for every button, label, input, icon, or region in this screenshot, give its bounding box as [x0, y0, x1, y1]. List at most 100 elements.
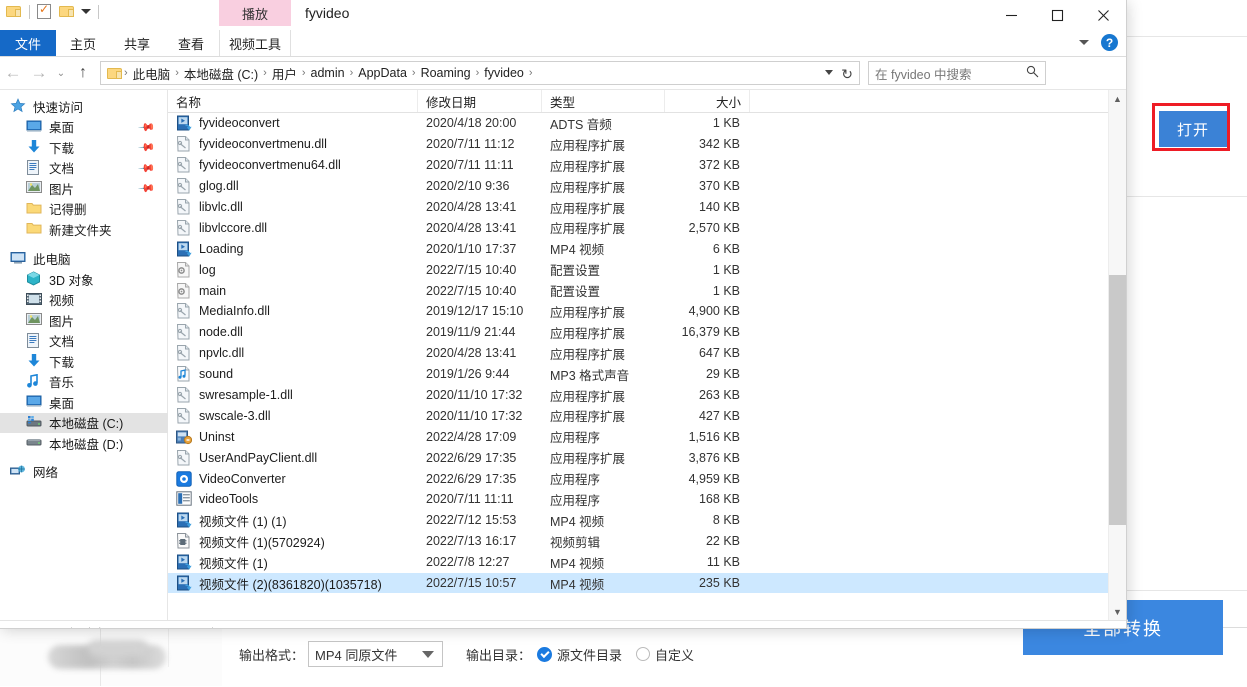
table-row[interactable]: main 2022/7/15 10:40 配置设置 1 KB — [168, 280, 1126, 301]
column-headers: 名称 ^ 修改日期 类型 大小 — [168, 90, 1126, 113]
column-header-size[interactable]: 大小 — [665, 90, 750, 112]
tab-share[interactable]: 共享 — [110, 30, 164, 56]
recent-locations-button[interactable]: ⌄ — [52, 58, 70, 88]
nav-item-downloads-pc[interactable]: 下载 — [0, 351, 168, 372]
file-list-scrollbar[interactable]: ▲ ▼ — [1108, 90, 1126, 620]
nav-label: 下载 — [49, 355, 75, 370]
customize-caret-icon[interactable] — [81, 9, 91, 14]
crumb-users[interactable]: 用户 — [268, 64, 301, 83]
table-row[interactable]: fyvideoconvert 2020/4/18 20:00 ADTS 音频 1 KB — [168, 113, 1126, 134]
nav-item-downloads[interactable]: 下载 📌 — [0, 137, 168, 158]
chevron-down-icon[interactable] — [1079, 40, 1089, 45]
nav-item-quick-access[interactable]: 快速访问 — [0, 96, 168, 117]
tab-play-contextual[interactable]: 播放 — [219, 0, 291, 26]
nav-item-local-disk-d[interactable]: 本地磁盘 (D:) — [0, 433, 168, 454]
table-row[interactable]: npvlc.dll 2020/4/28 13:41 应用程序扩展 647 KB — [168, 343, 1126, 364]
pin-icon[interactable]: 📌 — [138, 159, 157, 177]
crumb-appdata[interactable]: AppData — [354, 66, 411, 80]
explorer-main: 快速访问 桌面 📌 下载 📌 文档 📌 图片 📌 记得删 新建文件夹 此电脑 3… — [0, 89, 1126, 620]
nav-item-remember-delete[interactable]: 记得删 — [0, 199, 168, 220]
nav-item-videos[interactable]: 视频 — [0, 290, 168, 311]
new-folder-icon[interactable] — [59, 5, 75, 18]
crumb-roaming[interactable]: Roaming — [417, 66, 475, 80]
column-header-date[interactable]: 修改日期 — [418, 90, 542, 112]
table-row[interactable]: sound 2019/1/26 9:44 MP3 格式声音 29 KB — [168, 364, 1126, 385]
tab-home[interactable]: 主页 — [56, 30, 110, 56]
table-row[interactable]: VideoConverter 2022/6/29 17:35 应用程序 4,959 K… — [168, 468, 1126, 489]
table-row[interactable]: node.dll 2019/11/9 21:44 应用程序扩展 16,379 KB — [168, 322, 1126, 343]
column-header-type[interactable]: 类型 — [542, 90, 665, 112]
column-header-name[interactable]: 名称 ^ — [168, 90, 418, 112]
maximize-button[interactable] — [1034, 0, 1080, 30]
radio-source-dir-icon[interactable] — [537, 646, 553, 662]
tab-view[interactable]: 查看 — [164, 30, 218, 56]
nav-item-music[interactable]: 音乐 — [0, 372, 168, 393]
table-row[interactable]: videoTools 2020/7/11 11:11 应用程序 168 KB — [168, 489, 1126, 510]
tab-video-tools[interactable]: 视频工具 — [219, 30, 291, 56]
pin-icon[interactable]: 📌 — [138, 138, 157, 157]
pictures-icon — [26, 180, 43, 196]
crumb-admin[interactable]: admin — [307, 66, 349, 80]
table-row[interactable]: Loading 2020/1/10 17:37 MP4 视频 6 KB — [168, 238, 1126, 259]
pin-icon[interactable]: 📌 — [138, 118, 157, 136]
table-row[interactable]: log 2022/7/15 10:40 配置设置 1 KB — [168, 259, 1126, 280]
table-row[interactable]: fyvideoconvertmenu64.dll 2020/7/11 11:11 应… — [168, 155, 1126, 176]
file-date: 2022/7/15 10:40 — [426, 283, 517, 298]
scrollbar-thumb[interactable] — [1109, 275, 1126, 525]
nav-item-desktop[interactable]: 桌面 📌 — [0, 117, 168, 138]
back-button[interactable]: ← — [0, 58, 26, 88]
help-icon[interactable]: ? — [1101, 34, 1118, 51]
output-format-select[interactable]: MP4 同原文件 — [308, 641, 444, 667]
refresh-icon[interactable]: ↻ — [841, 66, 853, 83]
table-row[interactable]: Uninst 2022/4/28 17:09 应用程序 1,516 KB — [168, 426, 1126, 447]
output-dir-custom-label[interactable]: 自定义 — [655, 645, 694, 664]
table-row[interactable]: UserAndPayClient.dll 2022/6/29 17:35 应用程序扩… — [168, 447, 1126, 468]
nav-item-desktop-pc[interactable]: 桌面 — [0, 392, 168, 413]
table-row[interactable]: swresample-1.dll 2020/11/10 17:32 应用程序扩展 26… — [168, 385, 1126, 406]
close-button[interactable] — [1080, 0, 1126, 30]
crumb-local-disk-c[interactable]: 本地磁盘 (C:) — [180, 64, 262, 83]
nav-item-documents[interactable]: 文档 📌 — [0, 158, 168, 179]
radio-custom-dir-icon[interactable] — [636, 647, 651, 661]
nav-item-local-disk-c[interactable]: 本地磁盘 (C:) — [0, 412, 168, 433]
crumb-this-pc[interactable]: 此电脑 — [129, 64, 175, 83]
table-row[interactable]: 视频文件 (1)(5702924) 2022/7/13 16:17 视频剪辑 22 K… — [168, 531, 1126, 552]
nav-item-pictures[interactable]: 图片 📌 — [0, 178, 168, 199]
table-row[interactable]: 视频文件 (1) (1) 2022/7/12 15:53 MP4 视频 8 KB — [168, 510, 1126, 531]
nav-item-this-pc[interactable]: 此电脑 — [0, 249, 168, 270]
file-name-cell: libvlccore.dll — [168, 219, 418, 236]
nav-item-new-folder[interactable]: 新建文件夹 — [0, 219, 168, 240]
search-icon[interactable] — [1026, 65, 1039, 81]
table-row[interactable]: fyvideoconvertmenu.dll 2020/7/11 11:12 应用程… — [168, 134, 1126, 155]
tab-file[interactable]: 文件 — [0, 30, 56, 56]
table-row[interactable]: glog.dll 2020/2/10 9:36 应用程序扩展 370 KB — [168, 176, 1126, 197]
breadcrumb-dropdown-icon[interactable] — [825, 70, 833, 75]
up-button[interactable]: ↑ — [70, 58, 96, 88]
nav-item-3d-objects[interactable]: 3D 对象 — [0, 269, 168, 290]
properties-icon[interactable] — [37, 2, 51, 19]
breadcrumb[interactable]: › 此电脑 › 本地磁盘 (C:) › 用户 › admin › AppData… — [100, 61, 860, 85]
open-button[interactable]: 打开 — [1159, 111, 1227, 147]
uninstall-icon — [176, 429, 193, 445]
quick-access-toolbar — [6, 2, 106, 19]
minimize-button[interactable] — [988, 0, 1034, 30]
table-row[interactable]: libvlc.dll 2020/4/28 13:41 应用程序扩展 140 KB — [168, 197, 1126, 218]
folder-icon[interactable] — [6, 5, 22, 18]
crumb-fyvideo[interactable]: fyvideo — [480, 66, 528, 80]
scroll-down-arrow-icon[interactable]: ▼ — [1109, 603, 1126, 620]
table-row[interactable]: swscale-3.dll 2020/11/10 17:32 应用程序扩展 427 K… — [168, 405, 1126, 426]
table-row[interactable]: MediaInfo.dll 2019/12/17 15:10 应用程序扩展 4,900… — [168, 301, 1126, 322]
table-row[interactable]: 视频文件 (2)(8361820)(1035718) 2022/7/15 10:5… — [168, 572, 1126, 594]
file-name-cell: 视频文件 (1) (1) — [168, 511, 418, 530]
nav-item-network[interactable]: 网络 — [0, 462, 168, 483]
output-dir-source-label[interactable]: 源文件目录 — [557, 645, 622, 664]
pin-icon[interactable]: 📌 — [138, 179, 157, 198]
forward-button[interactable]: → — [26, 58, 52, 88]
file-type: 应用程序扩展 — [550, 159, 626, 174]
table-row[interactable]: libvlccore.dll 2020/4/28 13:41 应用程序扩展 2,570… — [168, 217, 1126, 238]
nav-item-pictures-pc[interactable]: 图片 — [0, 310, 168, 331]
nav-item-documents-pc[interactable]: 文档 — [0, 331, 168, 352]
table-row[interactable]: 视频文件 (1) 2022/7/8 12:27 MP4 视频 11 KB — [168, 552, 1126, 573]
search-input[interactable]: 在 fyvideo 中搜索 — [868, 61, 1046, 85]
scroll-up-arrow-icon[interactable]: ▲ — [1109, 90, 1126, 107]
